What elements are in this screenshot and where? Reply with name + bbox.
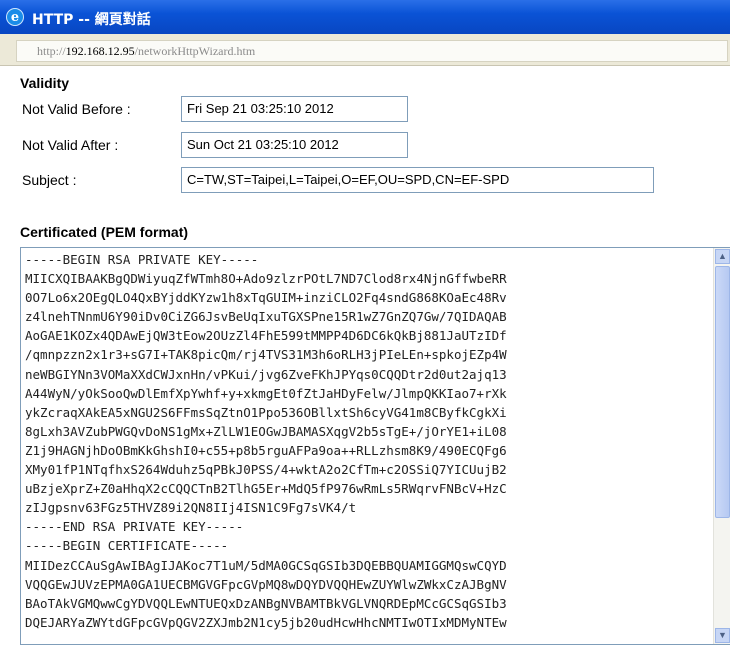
url-path: /networkHttpWizard.htm [134, 44, 256, 58]
not-valid-before-label: Not Valid Before : [22, 101, 131, 117]
scroll-up-icon[interactable]: ▲ [715, 249, 730, 264]
window-title: HTTP -- 網頁對話 [32, 12, 151, 28]
subject-field[interactable]: C=TW,ST=Taipei,L=Taipei,O=EF,OU=SPD,CN=E… [181, 167, 654, 193]
ie-icon: e [6, 8, 24, 26]
pem-content[interactable]: -----BEGIN RSA PRIVATE KEY----- MIICXQIB… [25, 250, 715, 632]
url-host: 192.168.12.95 [65, 44, 135, 58]
not-valid-after-field[interactable]: Sun Oct 21 03:25:10 2012 [181, 132, 408, 158]
url-prefix: http:// [37, 44, 66, 58]
subject-label: Subject : [22, 172, 77, 188]
certificate-heading: Certificated (PEM format) [20, 224, 189, 240]
not-valid-after-label: Not Valid After : [22, 137, 119, 153]
pem-textarea[interactable]: -----BEGIN RSA PRIVATE KEY----- MIICXQIB… [20, 247, 730, 645]
not-valid-before-field[interactable]: Fri Sep 21 03:25:10 2012 [181, 96, 408, 122]
address-bar: http://192.168.12.95/networkHttpWizard.h… [0, 34, 730, 66]
scroll-down-icon[interactable]: ▼ [715, 628, 730, 643]
window-titlebar: e HTTP -- 網頁對話 [0, 0, 730, 34]
scroll-thumb[interactable] [715, 266, 730, 518]
pem-scrollbar[interactable]: ▲ ▼ [713, 248, 730, 644]
validity-heading: Validity [20, 75, 70, 91]
address-url: http://192.168.12.95/networkHttpWizard.h… [16, 40, 728, 62]
